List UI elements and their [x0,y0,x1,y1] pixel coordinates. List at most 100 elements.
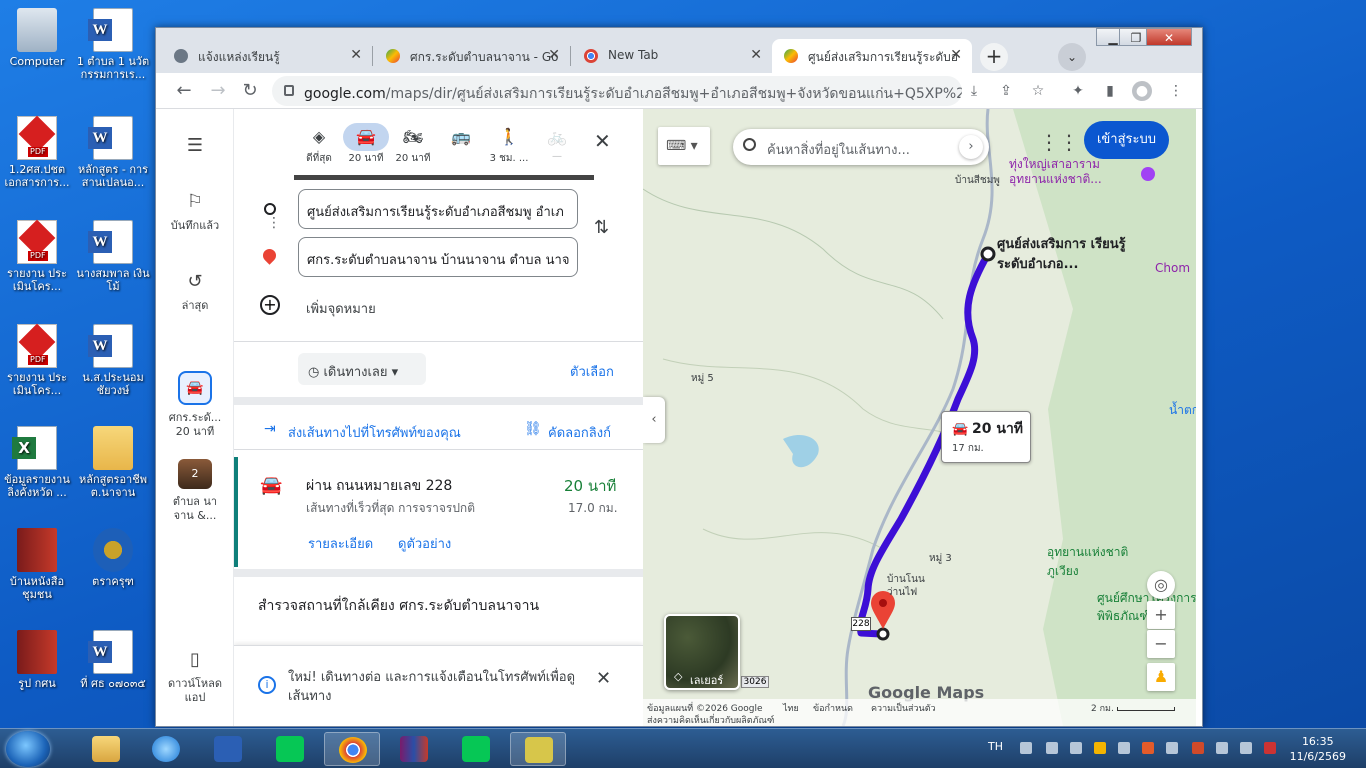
desktop-icon-pdf[interactable]: รายงาน ประเมินโคร... [0,324,74,397]
signal-icon[interactable] [1020,742,1032,754]
forward-arrow-icon[interactable]: → [206,79,230,103]
attribution-terms[interactable]: ข้อกำหนด [813,701,853,715]
route-details-button[interactable]: รายละเอียด [308,533,373,554]
taskbar-app[interactable] [510,732,566,766]
reload-icon[interactable]: ↻ [238,79,262,103]
chevron-right-icon[interactable]: › [959,135,983,159]
bookmark-star-icon[interactable]: ☆ [1028,81,1048,101]
sign-in-button[interactable]: เข้าสู่ระบบ [1084,121,1169,159]
route-option[interactable]: 🚘 ผ่าน ถนนหมายเลข 228 20 นาที เส้นทางที่… [234,457,643,567]
tab-close-button[interactable]: ✕ [750,47,762,63]
recent-route-1[interactable]: 🚘 ศกร.ระดั... 20 นาที [156,371,234,439]
desktop-icon-folder[interactable]: รูป กศน [0,630,74,690]
address-bar[interactable]: google.com/maps/dir/ศูนย์ส่งเสริมการเรีย… [272,76,962,106]
language-indicator[interactable]: TH [988,740,1003,753]
destination-input[interactable]: ศกร.ระดับตำบลนาจาน บ้านนาจาน ตำบล นาจ [298,237,578,277]
map-search-input[interactable]: ค้นหาสิ่งที่อยู่ในเส้นทาง... › [733,129,989,165]
attribution-privacy[interactable]: ความเป็นส่วนตัว [871,701,936,715]
share-icon[interactable]: ⇪ [996,81,1016,101]
kebab-menu-icon[interactable]: ⋮ [1166,81,1186,101]
desktop-icon-word[interactable]: น.ส.ประนอม ชัยวงษ์ [76,324,150,397]
taskbar-explorer[interactable] [78,732,134,766]
taskbar-line[interactable] [262,732,318,766]
back-arrow-icon[interactable]: ← [172,79,196,103]
tab-search-button[interactable]: ⌄ [1058,43,1086,71]
tray-app-icon[interactable] [1166,742,1178,754]
zoom-out-button[interactable]: − [1147,630,1175,658]
route-time-bubble[interactable]: 🚘 20 นาที 17 กม. [941,411,1031,463]
taskbar-ie[interactable] [138,732,194,766]
tray-app-icon[interactable] [1070,742,1082,754]
route-preview-button[interactable]: ดูตัวอย่าง [398,533,451,554]
taskbar-word[interactable] [200,732,256,766]
tab-close-button[interactable]: ✕ [548,47,560,63]
extensions-puzzle-icon[interactable]: ✦ [1068,81,1088,101]
desktop-icon-word[interactable]: นางสมพาล เงินโม้ [76,220,150,293]
attribution-language[interactable]: ไทย [783,701,799,715]
mode-cycling[interactable]: 🚲 — [532,123,582,162]
notice-close-button[interactable]: ✕ [596,668,611,689]
tab-close-button[interactable]: ✕ [950,47,962,63]
depart-now-dropdown[interactable]: ◷ เดินทางเลย ▾ [298,353,426,385]
tray-app-icon[interactable] [1142,742,1154,754]
collapse-panel-button[interactable]: ‹ [643,397,665,443]
desktop-icon-pdf[interactable]: 1.2ศส.ปชต เอกสารการ... [0,116,74,189]
temple-label[interactable]: ทุ่งใหญ่เสาอาราม อุทยานแห่งชาติ... [1009,157,1135,187]
recent-route-2[interactable]: 2 ตำบล นา จาน &... [156,459,234,523]
copy-link-button[interactable]: คัดลอกลิงก์ [548,422,611,443]
taskbar-winrar[interactable] [386,732,442,766]
clock[interactable]: 16:35 11/6/2569 [1290,734,1346,764]
my-location-button[interactable]: ◎ [1147,571,1175,599]
side-panel-icon[interactable]: ▮ [1100,81,1120,101]
network-icon[interactable] [1046,742,1058,754]
map-canvas[interactable]: ⌨ ▾ ค้นหาสิ่งที่อยู่ในเส้นทาง... › ⋮⋮ เข… [643,109,1196,726]
swap-icon[interactable]: ⇅ [594,217,609,238]
menu-button[interactable]: ☰ [156,135,234,163]
tab-maps-najan[interactable]: ศกร.ระดับตำบลนาจาน - Go ✕ [374,39,570,73]
add-destination-icon[interactable]: + [260,295,280,315]
tray-app-icon[interactable] [1118,742,1130,754]
send-to-phone-link[interactable]: ส่งเส้นทางไปที่โทรศัพท์ของคุณ [288,422,461,443]
desktop-icon-folder[interactable]: บ้านหนังสือ ชุมชน [0,528,74,601]
desktop-icon-folder[interactable]: หลักสูตรอาชีพ ต.นาจาน [76,426,150,499]
download-app-button[interactable]: ▯ ดาวน์โหลด แอป [156,649,234,705]
close-directions-button[interactable]: ✕ [594,129,611,153]
window-close-button[interactable]: ✕ [1146,28,1192,46]
apps-grid-icon[interactable]: ⋮⋮ [1039,130,1079,154]
new-tab-button[interactable]: + [980,43,1008,71]
mode-driving[interactable]: 🚘 20 นาที [341,123,391,166]
tab-learning-source[interactable]: แจ้งแหล่งเรียนรู้ ✕ [162,39,372,73]
desktop-icon-excel[interactable]: ข้อมูลรายงาน ลิ่งคั่งหวัด ... [0,426,74,499]
tab-close-button[interactable]: ✕ [350,47,362,63]
taskbar-chrome[interactable] [324,732,380,766]
layers-button[interactable]: ◇ เลเยอร์ [664,614,740,690]
saved-button[interactable]: ⚐ บันทึกแล้ว [156,191,234,233]
profile-avatar-icon[interactable]: ● [1132,81,1152,101]
desktop-icon-pdf[interactable]: รายงาน ประเมินโคร... [0,220,74,293]
mode-transit[interactable]: 🚌 [436,123,486,151]
desktop-icon-word[interactable]: 1 ตำบล 1 นวัต กรรมการเร... [76,8,150,81]
keyboard-toggle[interactable]: ⌨ ▾ [658,127,710,165]
volume-icon[interactable] [1216,742,1228,754]
tray-app-icon[interactable] [1094,742,1106,754]
desktop-icon-garuda[interactable]: ตราครุฑ [76,528,150,588]
taskbar-line-2[interactable] [448,732,504,766]
origin-input[interactable]: ศูนย์ส่งเสริมการเรียนรู้ระดับอำเภอสีชมพู… [298,189,578,229]
mode-motorcycle[interactable]: 🏍 20 นาที [388,123,438,166]
recent-button[interactable]: ↺ ล่าสุด [156,271,234,313]
speaker-icon[interactable] [1192,742,1204,754]
printer-icon[interactable] [1240,742,1252,754]
flag-icon[interactable] [1264,742,1276,754]
tab-maps-directions[interactable]: ศูนย์ส่งเสริมการเรียนรู้ระดับอ ✕ [772,39,972,73]
origin-label[interactable]: ศูนย์ส่งเสริมการ เรียนรู้ระดับอำเภอ... [997,235,1137,275]
desktop-icon-word[interactable]: ที่ ศธ ๐๗๐๓๕ [76,630,150,690]
mode-best[interactable]: ◈ ดีที่สุด [294,123,344,166]
attribution-feedback[interactable]: ส่งความคิดเห็นเกี่ยวกับผลิตภัณฑ์ [647,713,774,726]
mode-walking[interactable]: 🚶 3 ชม. ... [484,123,534,166]
desktop-icon-computer[interactable]: Computer [0,8,74,68]
start-button[interactable] [6,731,50,767]
zoom-in-button[interactable]: + [1147,601,1175,629]
desktop-icon-word[interactable]: หลักสูตร - การ สานเปลนอ... [76,116,150,189]
pegman-button[interactable]: ♟ [1147,663,1175,691]
options-button[interactable]: ตัวเลือก [570,361,614,382]
